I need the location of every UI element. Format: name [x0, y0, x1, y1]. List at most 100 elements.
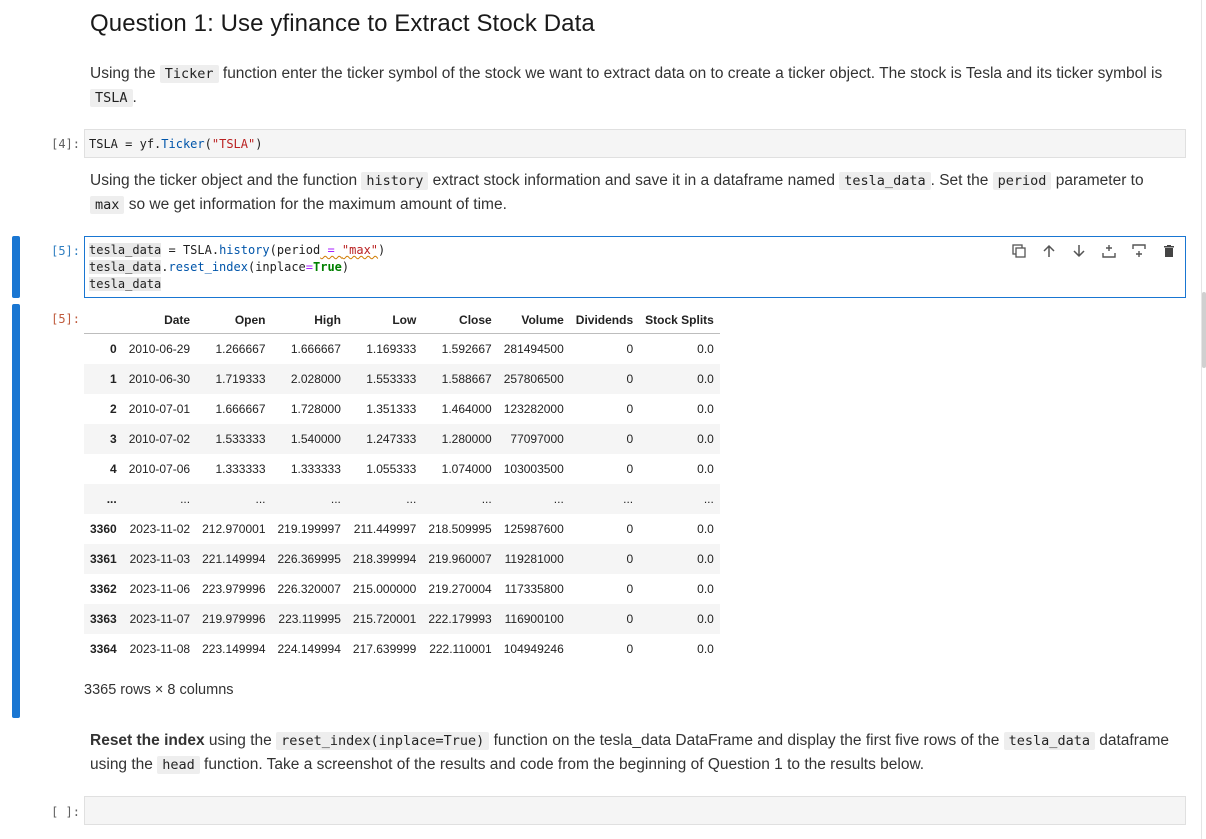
dataframe-table: Date Open High Low Close Volume Dividend…	[84, 307, 720, 664]
table-cell: 0.0	[639, 544, 720, 574]
empty-cell-prompt: [ ]:	[51, 805, 80, 819]
md-text: function enter the ticker symbol of the …	[218, 65, 1163, 82]
table-cell: 215.720001	[346, 604, 423, 634]
table-cell: 0.0	[639, 364, 720, 394]
table-cell: 221.149994	[196, 544, 272, 574]
table-cell: 1.074000	[441, 462, 492, 476]
table-cell: 0.0	[697, 462, 714, 476]
table-cell: 104949246	[503, 642, 564, 656]
table-cell: 0.0	[639, 424, 720, 454]
code-token: =	[320, 243, 342, 257]
code-token: True	[313, 260, 342, 274]
table-cell: 2010-07-06	[128, 462, 191, 476]
code-token: "TSLA"	[211, 137, 256, 151]
row-index-cell: 1	[84, 364, 123, 394]
table-cell: 116900100	[497, 604, 570, 634]
table-cell: 125987600	[503, 522, 564, 536]
table-cell: 103003500	[503, 462, 564, 476]
table-cell: 0	[626, 342, 634, 356]
code-token: =	[305, 260, 313, 274]
md-text: Using the ticker object and the function	[90, 172, 362, 189]
table-row: 3 2010-07-02 1.533333 1.540000 1.247333 1.280…	[84, 424, 720, 454]
table-cell: ...	[346, 484, 423, 514]
table-cell: 281494500	[503, 342, 564, 356]
table-cell: 219.960007	[422, 544, 498, 574]
scrollbar-thumb[interactable]	[1202, 292, 1206, 368]
table-cell: 218.399994	[346, 544, 423, 574]
insert-above-icon[interactable]	[1100, 242, 1118, 260]
empty-code-cell[interactable]	[84, 796, 1186, 825]
table-cell: 224.149994	[277, 642, 341, 656]
table-cell: 1.540000	[271, 424, 347, 454]
table-cell: 2023-11-02	[129, 522, 191, 536]
code-token: =	[161, 243, 183, 257]
row-index-cell: 3363	[84, 604, 123, 634]
table-cell: 1.588667	[422, 364, 498, 394]
table-cell: 212.970001	[202, 522, 266, 536]
column-header-stock-splits: Stock Splits	[639, 307, 720, 334]
table-row: 1 2010-06-30 1.719333 2.028000 1.553333 1.588…	[84, 364, 720, 394]
code-token: (period	[269, 243, 321, 257]
md-text: Using the	[90, 65, 160, 82]
code-token: tesla_data	[89, 243, 162, 257]
table-cell: ...	[422, 484, 498, 514]
inline-code-tesla-data: tesla_data	[1003, 732, 1095, 750]
table-cell: 1.464000	[441, 402, 492, 416]
table-cell: ...	[271, 484, 347, 514]
table-cell: 119281000	[497, 544, 570, 574]
right-border	[1201, 0, 1202, 839]
inline-code-reset-index: reset_index(inplace=True)	[276, 732, 490, 750]
cell-collapser-output[interactable]	[12, 304, 20, 718]
code-token: yf.	[139, 137, 162, 151]
inline-code-tsla: TSLA	[90, 89, 133, 107]
insert-below-icon[interactable]	[1130, 242, 1148, 260]
table-cell: 1.553333	[346, 364, 423, 394]
table-cell: 1.169333	[366, 342, 417, 356]
table-cell: 219.270004	[428, 582, 492, 596]
row-index-cell: 3362	[90, 582, 117, 596]
table-cell: 1.055333	[366, 462, 417, 476]
table-row: 2 2010-07-01 1.666667 1.728000 1.351333 1.464…	[84, 394, 720, 424]
column-header-open: Open	[196, 307, 272, 334]
code-token: history	[219, 243, 270, 257]
output-5-prompt: [5]:	[51, 312, 80, 326]
column-header-high: High	[271, 307, 347, 334]
dataframe-shape: 3365 rows × 8 columns	[84, 682, 234, 698]
table-row: 3360 2023-11-02 212.970001 219.199997 211.44…	[84, 514, 720, 544]
table-cell: 222.110001	[429, 642, 492, 656]
table-cell: ...	[122, 484, 197, 514]
code-token: (inplace	[247, 260, 306, 274]
duplicate-icon[interactable]	[1010, 242, 1028, 260]
column-header-close: Close	[422, 307, 498, 334]
column-header-index	[84, 307, 123, 334]
table-cell: 2023-11-07	[122, 604, 197, 634]
table-cell: 1.280000	[422, 424, 498, 454]
table-cell: 117335800	[504, 582, 564, 596]
row-index-cell: 4	[110, 462, 117, 476]
table-row: 0 2010-06-29 1.266667 1.666667 1.169333 1.592…	[84, 334, 720, 365]
md-text: . Set the	[930, 172, 993, 189]
delete-icon[interactable]	[1160, 242, 1178, 260]
table-cell: ...	[639, 484, 720, 514]
table-cell: 0	[569, 544, 640, 574]
code-line-3: tesla_data	[89, 276, 1181, 293]
code-cell-4[interactable]: TSLA = yf.Ticker("TSLA")	[84, 129, 1186, 158]
table-cell: ...	[497, 484, 570, 514]
table-cell: 0	[626, 402, 634, 416]
code-token: reset_index	[168, 260, 248, 274]
table-cell: 1.666667	[290, 342, 341, 356]
inline-code-ticker: Ticker	[159, 65, 219, 83]
move-up-icon[interactable]	[1040, 242, 1058, 260]
row-index-cell: 3	[84, 424, 123, 454]
table-cell: 257806500	[497, 364, 570, 394]
move-down-icon[interactable]	[1070, 242, 1088, 260]
table-cell: 215.000000	[352, 582, 417, 596]
table-cell: 0	[626, 462, 634, 476]
table-cell: 226.320007	[277, 582, 341, 596]
table-cell: 0.0	[697, 402, 714, 416]
md-text: .	[132, 89, 137, 106]
table-cell: 123282000	[503, 402, 564, 416]
table-cell: 0	[626, 642, 634, 656]
table-cell: 1.592667	[441, 342, 492, 356]
column-header-dividends: Dividends	[569, 307, 640, 334]
